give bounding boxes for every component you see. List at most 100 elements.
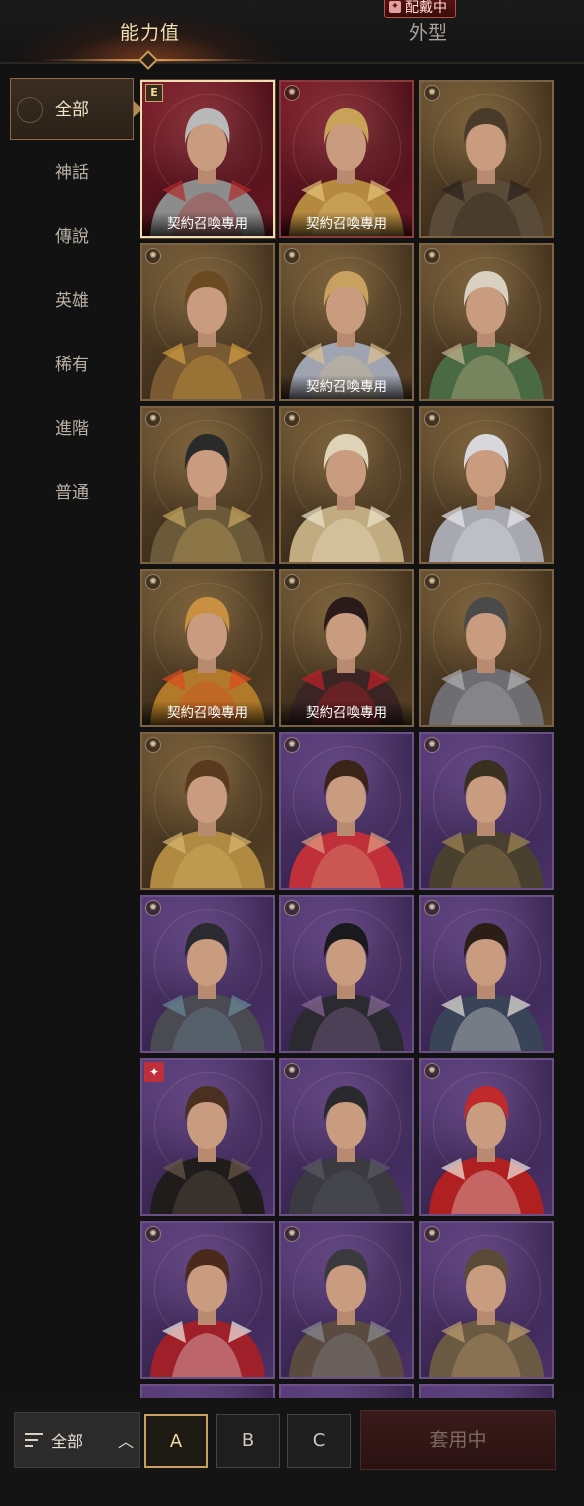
pin-icon: ✦ bbox=[389, 1, 401, 13]
equipped-badge-label: 配戴中 bbox=[405, 0, 447, 16]
collection-star-icon: ✺ bbox=[284, 1226, 300, 1242]
sidebar-item-advanced[interactable]: 進階 bbox=[10, 398, 134, 460]
costume-card-bronze-helm-barbarian[interactable]: ✺ bbox=[419, 1221, 554, 1379]
character-portrait bbox=[150, 434, 265, 562]
costume-card-sun-halo-paladin[interactable]: ✺ 契約召喚專用 bbox=[140, 569, 275, 727]
collection-star-icon: ✺ bbox=[145, 900, 161, 916]
sidebar-item-label: 神話 bbox=[55, 163, 89, 183]
character-portrait bbox=[429, 271, 544, 399]
costume-card-golden-horned-archer[interactable]: ✺ 契約召喚專用 bbox=[279, 80, 414, 238]
sidebar-item-all[interactable]: 全部 bbox=[10, 78, 142, 140]
collection-star-icon: ✺ bbox=[284, 248, 300, 264]
costume-card-silver-haired-blademaster[interactable]: ✺ bbox=[419, 406, 554, 564]
ornament-icon bbox=[17, 97, 43, 123]
collection-star-icon: ✺ bbox=[424, 411, 440, 427]
sidebar-item-label: 英雄 bbox=[55, 291, 89, 311]
collection-star-icon: ✺ bbox=[284, 1063, 300, 1079]
costume-card-hanbok-scholar[interactable]: ✺ bbox=[419, 895, 554, 1053]
sidebar-item-label: 傳說 bbox=[55, 227, 89, 247]
sidebar-item-legendary[interactable]: 傳說 bbox=[10, 206, 134, 268]
filter-dropdown-label: 全部 bbox=[51, 1432, 84, 1451]
character-portrait bbox=[429, 1086, 544, 1214]
costume-card-bronze-masked-warrior[interactable]: ✺ bbox=[140, 243, 275, 401]
collection-star-icon: ✺ bbox=[145, 574, 161, 590]
preset-button-a[interactable]: A bbox=[144, 1414, 208, 1468]
costume-card-sunglasses-lifeguard[interactable]: ✺ bbox=[279, 732, 414, 890]
costume-card-masked-ninja[interactable]: ✺ bbox=[279, 895, 414, 1053]
character-portrait bbox=[429, 923, 544, 1051]
collection-star-icon: ✺ bbox=[424, 85, 440, 101]
sidebar-item-heroic[interactable]: 英雄 bbox=[10, 270, 134, 332]
sidebar-item-label: 全部 bbox=[55, 100, 89, 120]
character-portrait bbox=[150, 1249, 265, 1377]
sidebar-item-rare[interactable]: 稀有 bbox=[10, 334, 134, 396]
new-sparkle-icon: ✦ bbox=[144, 1062, 164, 1082]
costume-card-shadow-hood-assassin[interactable]: ✺ bbox=[140, 406, 275, 564]
collection-star-icon: ✺ bbox=[424, 574, 440, 590]
character-portrait bbox=[429, 108, 544, 236]
grade-badge: E bbox=[145, 84, 163, 102]
tab-stats[interactable]: 能力值 bbox=[0, 0, 300, 70]
sidebar-item-label: 普通 bbox=[55, 483, 89, 503]
costume-card[interactable] bbox=[279, 1384, 414, 1398]
costume-card-iron-hood-knight[interactable]: ✺ bbox=[419, 569, 554, 727]
sidebar-item-mythic[interactable]: 神話 bbox=[10, 142, 134, 204]
collection-star-icon: ✺ bbox=[424, 248, 440, 264]
filter-lines-icon bbox=[25, 1433, 43, 1447]
filter-dropdown[interactable]: 全部 ︿ bbox=[14, 1412, 140, 1468]
sidebar-item-common[interactable]: 普通 bbox=[10, 462, 134, 524]
sidebar-item-label: 稀有 bbox=[55, 355, 89, 375]
costume-grid: E 契約召喚專用 ✺ 契約召喚專用 ✺ ✺ ✺ 契約召喚專用 ✺ ✺ ✺ ✺ ✺ 契約召喚專用 ✺ 契約召喚專… bbox=[140, 78, 560, 1398]
character-portrait bbox=[150, 760, 265, 888]
collection-star-icon: ✺ bbox=[424, 1226, 440, 1242]
summon-only-tag: 契約召喚專用 bbox=[281, 701, 412, 725]
summon-only-tag: 契約召喚專用 bbox=[281, 212, 412, 236]
preset-button-c[interactable]: C bbox=[287, 1414, 351, 1468]
costume-card-dark-scale-knight[interactable]: ✺ bbox=[140, 895, 275, 1053]
costume-card-crimson-silver-knight[interactable]: E 契約召喚專用 bbox=[140, 80, 275, 238]
character-portrait bbox=[289, 923, 404, 1051]
costume-card-bat-cowl-vigilante[interactable]: ✺ bbox=[279, 1058, 414, 1216]
collection-star-icon: ✺ bbox=[145, 737, 161, 753]
character-portrait bbox=[289, 1249, 404, 1377]
character-portrait bbox=[429, 597, 544, 725]
costume-card-black-coat-noble[interactable]: ✦ bbox=[140, 1058, 275, 1216]
character-portrait bbox=[289, 760, 404, 888]
collection-star-icon: ✺ bbox=[424, 1063, 440, 1079]
costume-card-ivory-masked-priest[interactable]: ✺ bbox=[279, 406, 414, 564]
costume-card-golden-chain-noble[interactable]: ✺ bbox=[140, 732, 275, 890]
costume-card-thorn-crown-warrior[interactable]: ✺ bbox=[419, 732, 554, 890]
costume-card-golden-crowned-mage[interactable]: ✺ 契約召喚專用 bbox=[279, 243, 414, 401]
collection-star-icon: ✺ bbox=[424, 900, 440, 916]
character-portrait bbox=[150, 1086, 265, 1214]
character-portrait bbox=[289, 1086, 404, 1214]
costume-card-dark-dragon-helm[interactable]: ✺ bbox=[419, 80, 554, 238]
costume-card-hooded-emerald-ranger[interactable]: ✺ bbox=[419, 243, 554, 401]
tab-diamond-ornament bbox=[138, 50, 158, 70]
collection-star-icon: ✺ bbox=[284, 85, 300, 101]
character-portrait bbox=[289, 434, 404, 562]
costume-card-crimson-demon-lord[interactable]: ✺ 契約召喚專用 bbox=[279, 569, 414, 727]
collection-star-icon: ✺ bbox=[145, 411, 161, 427]
collection-star-icon: ✺ bbox=[284, 737, 300, 753]
collection-star-icon: ✺ bbox=[145, 1226, 161, 1242]
apply-button[interactable]: 套用中 bbox=[360, 1410, 556, 1470]
character-portrait bbox=[429, 760, 544, 888]
tab-bar: 能力值 外型 ✦ 配戴中 bbox=[0, 0, 584, 70]
sidebar-item-label: 進階 bbox=[55, 419, 89, 439]
collection-star-icon: ✺ bbox=[284, 411, 300, 427]
bottom-bar: 全部 ︿ A B C 套用中 bbox=[0, 1398, 584, 1506]
preset-button-b[interactable]: B bbox=[216, 1414, 280, 1468]
summon-only-tag: 契約召喚專用 bbox=[281, 375, 412, 399]
costume-card-reindeer-antler-noble[interactable]: ✺ bbox=[140, 1221, 275, 1379]
character-portrait bbox=[150, 271, 265, 399]
collection-star-icon: ✺ bbox=[145, 248, 161, 264]
costume-card[interactable] bbox=[419, 1384, 554, 1398]
chevron-up-icon: ︿ bbox=[117, 1432, 134, 1451]
costume-card[interactable] bbox=[140, 1384, 275, 1398]
costume-card-iron-mask-gladiator[interactable]: ✺ bbox=[279, 1221, 414, 1379]
costume-card-santa-hood-brawler[interactable]: ✺ bbox=[419, 1058, 554, 1216]
summon-only-tag: 契約召喚專用 bbox=[142, 701, 273, 725]
collection-star-icon: ✺ bbox=[284, 900, 300, 916]
character-portrait bbox=[429, 1249, 544, 1377]
